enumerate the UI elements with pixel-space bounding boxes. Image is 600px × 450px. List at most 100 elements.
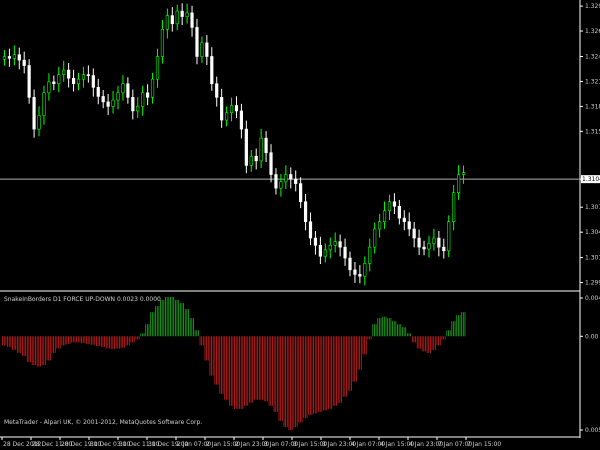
candle-bear	[195, 27, 199, 57]
price-tick-label: 1.32955	[585, 3, 600, 10]
candle-bull	[249, 156, 253, 166]
candle-bear	[71, 77, 76, 85]
candle-bear	[397, 205, 401, 219]
candle-bear	[146, 92, 150, 98]
candle-bull	[447, 221, 451, 252]
price-tick-label: 1.30185	[585, 255, 600, 262]
candle-bear	[303, 201, 308, 223]
candle-bull	[427, 243, 431, 250]
candle-bear	[101, 96, 105, 103]
indicator-tick-label: 0.0049	[585, 295, 600, 302]
candle-bear	[234, 105, 239, 112]
candle-bear	[7, 56, 12, 59]
candle-bull	[387, 201, 392, 212]
candle-bear	[343, 246, 347, 259]
price-tick-label: 1.32680	[585, 28, 600, 35]
candle-bull	[47, 81, 51, 94]
candle-bear	[32, 97, 36, 130]
candle-bull	[432, 237, 436, 244]
indicator-tick-label: 0.0058	[585, 427, 600, 434]
candle-bull	[155, 56, 160, 80]
candle-bear	[358, 274, 362, 277]
candle-bear	[239, 110, 244, 130]
candle-bull	[76, 78, 81, 85]
candle-bear	[67, 69, 71, 79]
metatrader-chart[interactable]: 1.32955 1.32680 1.32400 1.32125 1.31850 1.315…	[0, 0, 600, 450]
candle-bull	[461, 172, 466, 175]
candle-bull	[452, 192, 456, 223]
candle-bear	[180, 10, 184, 17]
candle-bear	[412, 228, 416, 239]
candle-bear	[205, 42, 209, 57]
candle-bear	[422, 246, 426, 250]
candle-bear	[442, 246, 446, 252]
candle-bear	[392, 201, 397, 207]
candle-bear	[348, 257, 352, 271]
candle-bull	[37, 115, 41, 130]
candle-bull	[185, 12, 189, 17]
candle-bear	[313, 237, 318, 246]
candle-bear	[210, 56, 214, 85]
candle-bear	[52, 81, 56, 85]
candle-bull	[2, 56, 7, 60]
candle-bear	[318, 245, 322, 257]
current-price-label: 1.31049	[582, 176, 600, 183]
candle-bear	[17, 54, 21, 61]
price-tick-label: 1.30465	[585, 229, 600, 236]
candle-bear	[126, 83, 130, 98]
candle-bear	[289, 174, 293, 180]
candle-bull	[62, 69, 66, 75]
time-tick-label: 7 Jan 15:00	[467, 441, 501, 448]
candle-bull	[456, 174, 461, 193]
candle-bull	[363, 263, 367, 277]
candle-bear	[244, 128, 248, 166]
candle-bear	[86, 74, 90, 76]
candle-bull	[200, 42, 204, 57]
candle-bull	[81, 74, 86, 80]
candle-bull	[141, 92, 145, 107]
candle-bull	[378, 221, 382, 230]
candle-bull	[175, 10, 179, 25]
candle-bull	[279, 181, 283, 189]
candle-bull	[160, 28, 165, 57]
indicator-title: SnakeInBorders D1 FORCE UP-DOWN 0.0023 0…	[4, 296, 161, 303]
candle-bear	[220, 97, 224, 121]
candle-bear	[27, 65, 31, 98]
candle-bear	[402, 217, 406, 223]
candle-bear	[437, 237, 441, 248]
candle-bear	[299, 183, 303, 203]
candle-bear	[170, 15, 174, 25]
price-tick-label: 1.31575	[585, 128, 600, 135]
candle-bull	[42, 92, 46, 116]
candle-bear	[353, 269, 357, 275]
chart-background	[0, 0, 600, 450]
candle-bull	[165, 15, 169, 30]
candle-bear	[106, 101, 110, 107]
candle-bear	[417, 237, 421, 248]
candle-bull	[116, 92, 120, 101]
candle-bull	[111, 99, 115, 107]
price-tick-label: 1.31850	[585, 103, 600, 110]
candle-bear	[190, 12, 194, 28]
candle-bull	[229, 105, 234, 114]
candle-bull	[121, 83, 125, 94]
candle-bear	[91, 75, 95, 88]
candle-bull	[382, 210, 387, 223]
candle-bull	[259, 137, 263, 162]
candle-bear	[215, 83, 219, 98]
candle-bull	[57, 74, 61, 85]
copyright-text: MetaTrader - Alpari UK, © 2001-2012, Met…	[4, 419, 202, 426]
candle-bull	[224, 112, 229, 121]
indicator-tick-label: 0.00	[585, 333, 599, 340]
price-tick-label: 1.32400	[585, 53, 600, 60]
candle-bear	[294, 178, 298, 184]
candle-bear	[264, 137, 268, 154]
price-tick-label: 1.32125	[585, 78, 600, 85]
candle-bull	[368, 246, 372, 264]
candle-bear	[338, 241, 342, 248]
candle-bull	[333, 241, 337, 246]
candle-bear	[269, 152, 273, 175]
candle-bear	[254, 156, 258, 162]
candle-bull	[373, 228, 377, 248]
candle-bull	[150, 78, 155, 98]
